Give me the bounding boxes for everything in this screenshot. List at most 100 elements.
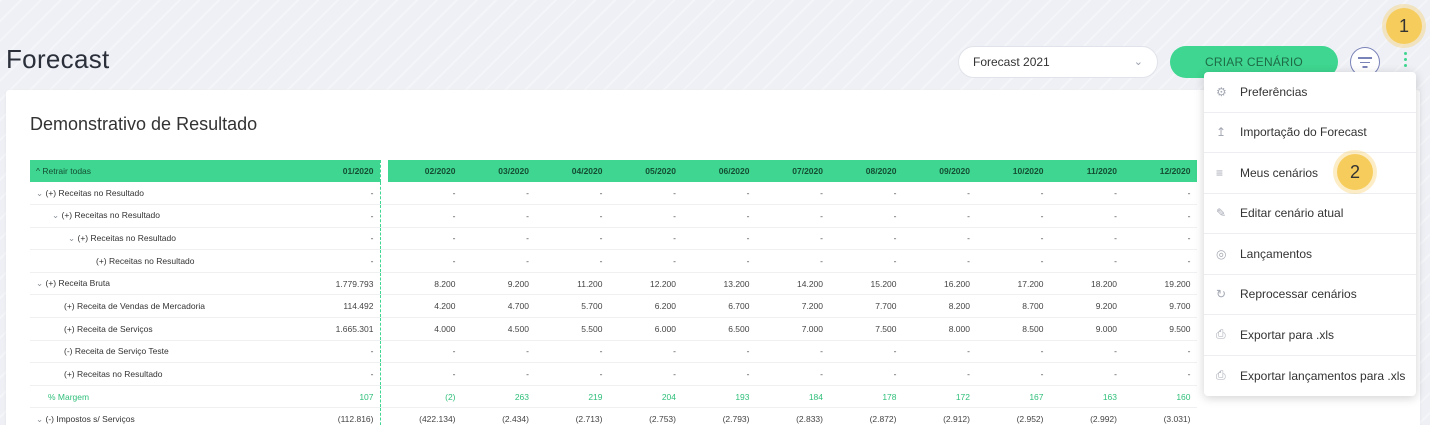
- value-cell: -: [755, 340, 829, 364]
- value-cell: -: [535, 204, 609, 228]
- value-cell: -: [461, 362, 535, 386]
- value-cell: (2.713): [535, 407, 609, 425]
- menu-item-list[interactable]: ≡ Meus cenários: [1204, 153, 1416, 194]
- file-xls-icon: ⎙: [1216, 327, 1226, 342]
- pencil-icon: ✎: [1216, 206, 1227, 221]
- table-row[interactable]: ⌄ (+) Receitas no Resultado - - - - - - - - - - - -: [30, 204, 1197, 228]
- options-menu: ⚙ Preferências ↥ Importação do Forecast ≡ Meu…: [1204, 72, 1416, 396]
- value-cell: -: [976, 362, 1050, 386]
- menu-item-circle[interactable]: ◎ Lançamentos: [1204, 234, 1416, 275]
- menu-item-label: Importação do Forecast: [1240, 125, 1367, 140]
- value-cell: -: [300, 204, 380, 228]
- page-title: Forecast: [6, 44, 110, 74]
- column-header: 02/2020: [388, 160, 462, 182]
- list-icon: ≡: [1216, 165, 1224, 180]
- column-divider: [379, 385, 388, 409]
- file-xls-icon: ⎙: [1216, 368, 1226, 383]
- menu-item-gear[interactable]: ⚙ Preferências: [1204, 72, 1416, 113]
- scenario-select[interactable]: Forecast 2021 ⌄: [958, 46, 1158, 78]
- menu-item-label: Exportar lançamentos para .xls: [1240, 368, 1406, 383]
- row-label: (+) Receitas no Resultado: [45, 187, 144, 198]
- callout-badge-2: 2: [1337, 154, 1373, 190]
- column-header: 08/2020: [829, 160, 903, 182]
- value-cell: -: [608, 204, 682, 228]
- column-divider: [379, 272, 388, 296]
- value-cell: 12.200: [608, 272, 682, 296]
- value-cell: (2.992): [1049, 407, 1123, 425]
- value-cell: 6.000: [608, 317, 682, 341]
- menu-item-pencil[interactable]: ✎ Editar cenário atual: [1204, 194, 1416, 234]
- value-cell: -: [388, 249, 462, 273]
- row-label-cell: ⌄ (+) Receitas no Resultado: [30, 182, 300, 206]
- menu-item-file-xls[interactable]: ⎙ Exportar lançamentos para .xls: [1204, 356, 1416, 397]
- row-label-cell: ⌄ (-) Impostos s/ Serviços: [30, 407, 300, 425]
- refresh-icon: ↻: [1216, 287, 1227, 302]
- value-cell: -: [608, 362, 682, 386]
- value-cell: 184: [755, 385, 829, 409]
- value-cell: 19.200: [1123, 272, 1197, 296]
- value-cell: -: [902, 227, 976, 251]
- value-cell: -: [902, 204, 976, 228]
- value-cell: 4.700: [461, 294, 535, 319]
- value-cell: -: [535, 362, 609, 386]
- column-divider: [379, 340, 388, 364]
- row-label-cell: (+) Receitas no Resultado: [30, 249, 300, 273]
- column-divider: [379, 227, 388, 251]
- value-cell: -: [682, 249, 756, 273]
- value-cell: 5.500: [535, 317, 609, 341]
- row-label: (+) Receita de Serviços: [64, 323, 153, 334]
- value-cell: -: [461, 182, 535, 206]
- menu-item-refresh[interactable]: ↻ Reprocessar cenários: [1204, 275, 1416, 315]
- value-cell: -: [902, 249, 976, 273]
- table-row[interactable]: ⌄ (-) Impostos s/ Serviços (112.816) (422.…: [30, 407, 1197, 425]
- value-cell: 9.200: [461, 272, 535, 296]
- value-cell: -: [608, 182, 682, 206]
- value-cell: 9.000: [1049, 317, 1123, 341]
- value-cell: 17.200: [976, 272, 1050, 296]
- value-cell: 4.200: [388, 294, 462, 319]
- value-cell: -: [1123, 227, 1197, 251]
- collapse-all-toggle[interactable]: ^ Retrair todas: [30, 160, 300, 182]
- value-cell: -: [682, 340, 756, 364]
- value-cell: 163: [1049, 385, 1123, 409]
- value-cell: (422.134): [388, 407, 462, 425]
- table-row[interactable]: ⌄ (+) Receitas no Resultado - - - - - - - - - - - -: [30, 227, 1197, 251]
- row-label-cell: % Margem: [30, 385, 300, 409]
- table-row[interactable]: ⌄ (+) Receita Bruta 1.779.793 8.200 9.200 11…: [30, 272, 1197, 296]
- value-cell: -: [388, 227, 462, 251]
- column-header: 09/2020: [902, 160, 976, 182]
- value-cell: -: [682, 227, 756, 251]
- value-cell: -: [535, 340, 609, 364]
- value-cell: 8.700: [976, 294, 1050, 319]
- value-cell: -: [535, 249, 609, 273]
- value-cell: -: [461, 227, 535, 251]
- value-cell: 5.700: [535, 294, 609, 319]
- menu-item-upload[interactable]: ↥ Importação do Forecast: [1204, 113, 1416, 153]
- value-cell: (2.793): [682, 407, 756, 425]
- value-cell: (2.912): [902, 407, 976, 425]
- menu-item-file-xls[interactable]: ⎙ Exportar para .xls: [1204, 315, 1416, 356]
- value-cell: 6.700: [682, 294, 756, 319]
- column-divider: [379, 317, 388, 341]
- value-cell: -: [902, 182, 976, 206]
- value-cell: -: [388, 204, 462, 228]
- value-cell: -: [829, 340, 903, 364]
- value-cell: -: [300, 182, 380, 206]
- row-label: (+) Receitas no Resultado: [64, 369, 163, 380]
- value-cell: -: [682, 182, 756, 206]
- value-cell: -: [682, 362, 756, 386]
- kebab-menu-icon[interactable]: [1401, 52, 1409, 72]
- value-cell: -: [829, 182, 903, 206]
- value-cell: -: [388, 340, 462, 364]
- value-cell: (2.753): [608, 407, 682, 425]
- upload-icon: ↥: [1216, 125, 1227, 140]
- value-cell: -: [461, 249, 535, 273]
- circle-icon: ◎: [1216, 246, 1227, 261]
- value-cell: 18.200: [1049, 272, 1123, 296]
- value-cell: 15.200: [829, 272, 903, 296]
- value-cell: -: [976, 249, 1050, 273]
- value-cell: -: [608, 249, 682, 273]
- table-row[interactable]: ⌄ (+) Receitas no Resultado - - - - - - - - - - - -: [30, 182, 1197, 206]
- column-header: 11/2020: [1049, 160, 1123, 182]
- value-cell: -: [829, 362, 903, 386]
